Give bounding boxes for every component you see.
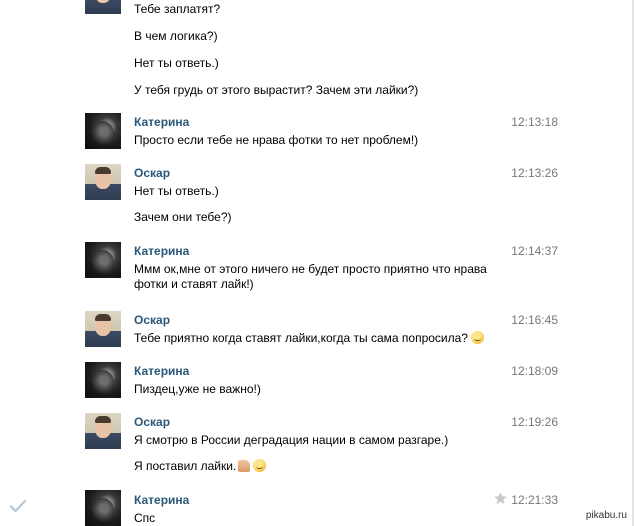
message-text: Я смотрю в России деградация нации в сам… — [134, 433, 449, 447]
message-text: Нет ты ответь.) — [134, 184, 219, 198]
message-text: Спс — [134, 511, 156, 525]
avatar[interactable] — [85, 362, 121, 398]
author-name[interactable]: Катерина — [134, 364, 189, 378]
author-name[interactable]: Оскар — [134, 313, 170, 327]
author-name[interactable]: Оскар — [134, 166, 170, 180]
message-text: У тебя грудь от этого вырастит? Зачем эт… — [134, 83, 419, 97]
avatar[interactable] — [85, 490, 121, 526]
message-time[interactable]: 12:14:37 — [511, 244, 558, 258]
message-text: Пиздец,уже не важно!) — [134, 382, 261, 396]
avatar[interactable] — [85, 0, 121, 14]
message-text: Зачем они тебе?) — [134, 210, 232, 224]
author-name[interactable]: Катерина — [134, 493, 189, 507]
message-line: Я поставил лайки. — [134, 459, 267, 474]
message-time[interactable]: 12:13:18 — [511, 115, 558, 129]
wink-emoji-icon — [253, 459, 267, 472]
message-text: Тебе заплатят? — [134, 2, 221, 16]
message-text: Просто если тебе не нрава фотки то нет п… — [134, 133, 419, 147]
message-time[interactable]: 12:19:26 — [511, 415, 558, 429]
avatar[interactable] — [85, 413, 121, 449]
avatar[interactable] — [85, 242, 121, 278]
message-line: Тебе приятно когда ставят лайки,когда ты… — [134, 331, 484, 346]
author-name[interactable]: Катерина — [134, 115, 189, 129]
avatar[interactable] — [85, 311, 121, 347]
avatar[interactable] — [85, 164, 121, 200]
message-time[interactable]: 12:16:45 — [511, 313, 558, 327]
author-name[interactable]: Оскар — [134, 415, 170, 429]
star-icon[interactable] — [493, 491, 508, 506]
message-time[interactable]: 12:21:33 — [511, 493, 558, 507]
author-name[interactable]: Катерина — [134, 244, 189, 258]
message-text: Нет ты ответь.) — [134, 56, 219, 70]
message-time[interactable]: 12:13:26 — [511, 166, 558, 180]
message-text: Я поставил лайки. — [134, 459, 237, 473]
thumbs-up-emoji-icon — [238, 460, 251, 472]
check-icon[interactable] — [10, 499, 26, 513]
message-text: Тебе приятно когда ставят лайки,когда ты… — [134, 331, 468, 345]
message-text: В чем логика?) — [134, 29, 218, 43]
chat-history: Тебе заплатят? В чем логика?) Нет ты отв… — [0, 0, 634, 526]
message-time[interactable]: 12:18:09 — [511, 364, 558, 378]
smile-emoji-icon — [470, 331, 484, 344]
watermark: pikabu.ru — [582, 509, 630, 522]
avatar[interactable] — [85, 113, 121, 149]
message-text: Ммм ок,мне от этого ничего не будет прос… — [134, 262, 487, 291]
